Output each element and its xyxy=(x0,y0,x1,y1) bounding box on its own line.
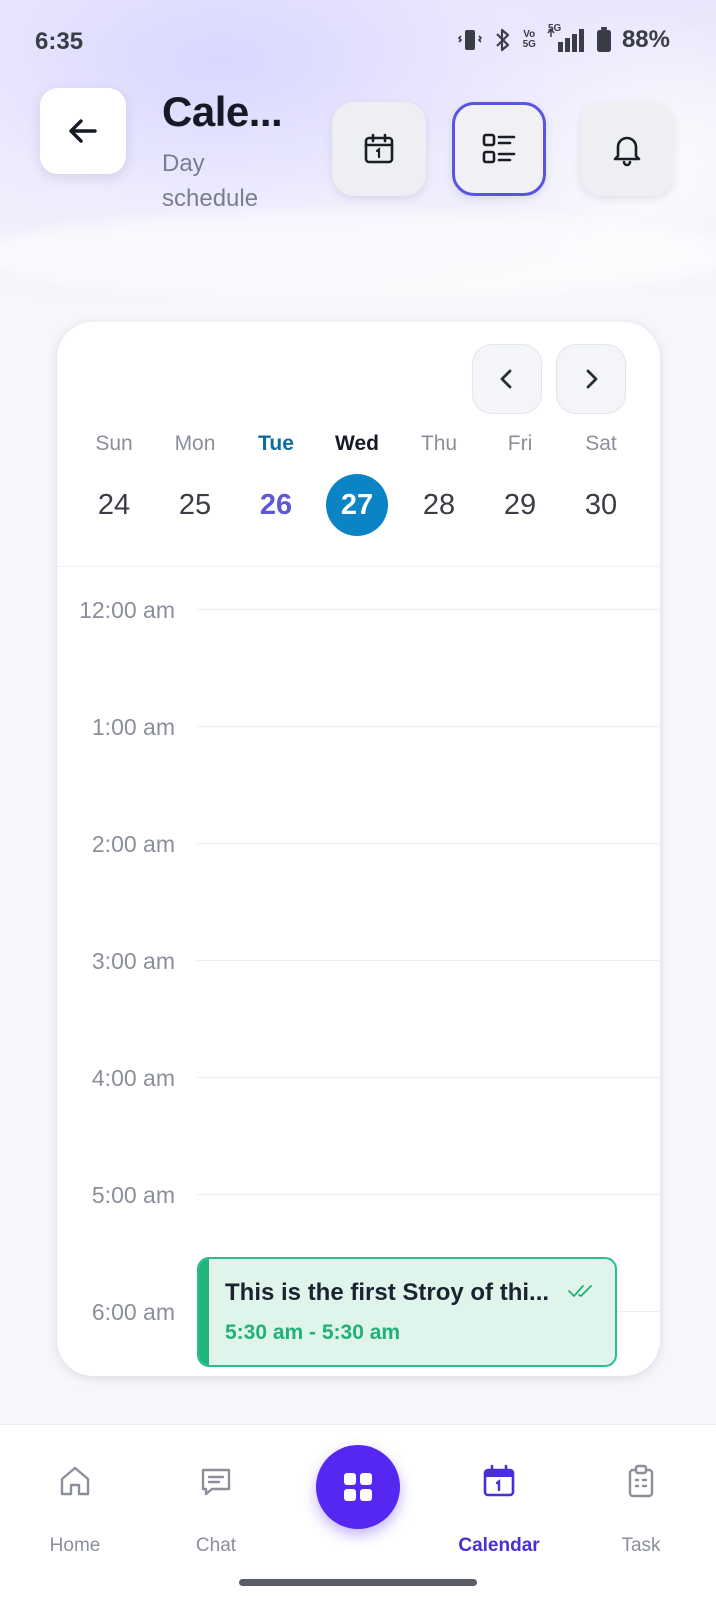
calendar-card: Sun 24 Mon 25 Tue 26 Wed 27 Thu 28 Fri 2… xyxy=(57,322,660,1376)
hour-label: 5:00 am xyxy=(91,1182,175,1208)
battery-percentage: 88% xyxy=(621,26,670,53)
clipboard-icon xyxy=(621,1461,661,1501)
list-view-button[interactable] xyxy=(452,102,546,196)
day-name: Mon xyxy=(174,432,216,455)
day-sun[interactable]: Sun 24 xyxy=(74,432,154,562)
home-indicator[interactable] xyxy=(239,1579,477,1586)
day-name: Fri xyxy=(507,432,533,455)
prev-week-button[interactable] xyxy=(472,344,542,414)
day-number: 27 xyxy=(326,474,388,536)
chat-icon xyxy=(196,1461,236,1501)
event-accent-bar xyxy=(199,1259,209,1365)
calendar-view-button[interactable] xyxy=(332,102,426,196)
hour-label: 2:00 am xyxy=(91,831,175,857)
status-icons: Vo 5G 5G 88% xyxy=(457,23,670,54)
home-icon xyxy=(55,1461,95,1501)
day-sat[interactable]: Sat 30 xyxy=(561,432,641,562)
day-number: 24 xyxy=(97,489,131,521)
nav-label: Chat xyxy=(195,1535,237,1556)
chevron-left-icon xyxy=(500,369,512,389)
hour-row: 2:00 am xyxy=(57,801,660,921)
double-check-icon xyxy=(568,1285,592,1297)
hour-row: 5:00 am xyxy=(57,1152,660,1272)
hour-line xyxy=(197,1077,660,1078)
day-timeline[interactable]: 12:00 am 1:00 am 2:00 am 3:00 am 4:00 am… xyxy=(57,567,660,1376)
nav-task[interactable]: Task xyxy=(571,1425,711,1565)
hour-line xyxy=(197,843,660,844)
nav-label: Calendar xyxy=(458,1535,540,1556)
page-title: Cale... xyxy=(162,88,283,135)
nav-label: Task xyxy=(621,1535,661,1556)
arrow-left-icon xyxy=(69,119,97,143)
day-fri[interactable]: Fri 29 xyxy=(480,432,560,562)
day-name: Sun xyxy=(95,432,133,455)
nav-home[interactable]: Home xyxy=(5,1425,145,1565)
status-bar: 6:35 Vo 5G 5G 88% xyxy=(0,0,716,80)
page-subtitle: Day schedule xyxy=(162,150,259,212)
event-title: This is the first Stroy of thi... xyxy=(225,1279,550,1306)
grid-icon xyxy=(344,1473,372,1501)
day-number: 25 xyxy=(178,489,212,521)
back-button[interactable] xyxy=(40,88,126,174)
day-name: Wed xyxy=(335,432,379,455)
week-strip: Sun 24 Mon 25 Tue 26 Wed 27 Thu 28 Fri 2… xyxy=(74,432,644,562)
day-wed-selected[interactable]: Wed 27 xyxy=(317,432,397,562)
vibrate-icon xyxy=(457,27,483,53)
hour-row: 4:00 am xyxy=(57,1035,660,1155)
signal-icon: 5G xyxy=(546,23,586,53)
hour-label: 3:00 am xyxy=(91,948,175,974)
volte-icon: Vo 5G xyxy=(522,29,536,50)
day-mon[interactable]: Mon 25 xyxy=(155,432,235,562)
day-number: 26 xyxy=(259,489,293,521)
day-thu[interactable]: Thu 28 xyxy=(399,432,479,562)
bell-icon xyxy=(613,136,641,167)
hour-row: 12:00 am xyxy=(57,567,660,687)
hour-label: 1:00 am xyxy=(91,714,175,740)
day-number: 28 xyxy=(422,489,456,521)
bottom-navigation: Home Chat Calendar Task xyxy=(0,1424,716,1600)
day-number: 29 xyxy=(503,489,537,521)
chevron-right-icon xyxy=(586,369,598,389)
day-tue-today[interactable]: Tue 26 xyxy=(236,432,316,562)
day-name: Sat xyxy=(585,432,617,455)
notifications-button[interactable] xyxy=(580,102,674,196)
nav-chat[interactable]: Chat xyxy=(146,1425,286,1565)
signal-label: 5G xyxy=(547,23,562,34)
hour-label: 4:00 am xyxy=(91,1065,175,1091)
nav-calendar[interactable]: Calendar xyxy=(429,1425,569,1565)
bluetooth-icon xyxy=(493,27,513,53)
event-time: 5:30 am - 5:30 am xyxy=(225,1321,401,1344)
hour-line xyxy=(197,609,660,610)
hour-label: 12:00 am xyxy=(79,597,175,623)
hour-line xyxy=(197,726,660,727)
event-card[interactable]: This is the first Stroy of thi... 5:30 a… xyxy=(197,1257,617,1367)
day-name: Thu xyxy=(420,432,458,455)
list-view-icon xyxy=(482,133,516,164)
day-name: Tue xyxy=(258,432,294,455)
next-week-button[interactable] xyxy=(556,344,626,414)
day-number: 30 xyxy=(584,489,618,521)
battery-icon xyxy=(596,27,612,53)
calendar-icon xyxy=(479,1461,519,1501)
header-background-wave xyxy=(0,210,716,300)
hour-row: 3:00 am xyxy=(57,918,660,1038)
status-time: 6:35 xyxy=(35,28,84,55)
hour-label: 6:00 am xyxy=(91,1299,175,1325)
hour-row: 1:00 am xyxy=(57,684,660,804)
hour-line xyxy=(197,960,660,961)
nav-label: Home xyxy=(49,1535,101,1556)
apps-fab-button[interactable] xyxy=(316,1445,400,1529)
calendar-icon xyxy=(364,133,394,164)
hour-line xyxy=(197,1194,660,1195)
